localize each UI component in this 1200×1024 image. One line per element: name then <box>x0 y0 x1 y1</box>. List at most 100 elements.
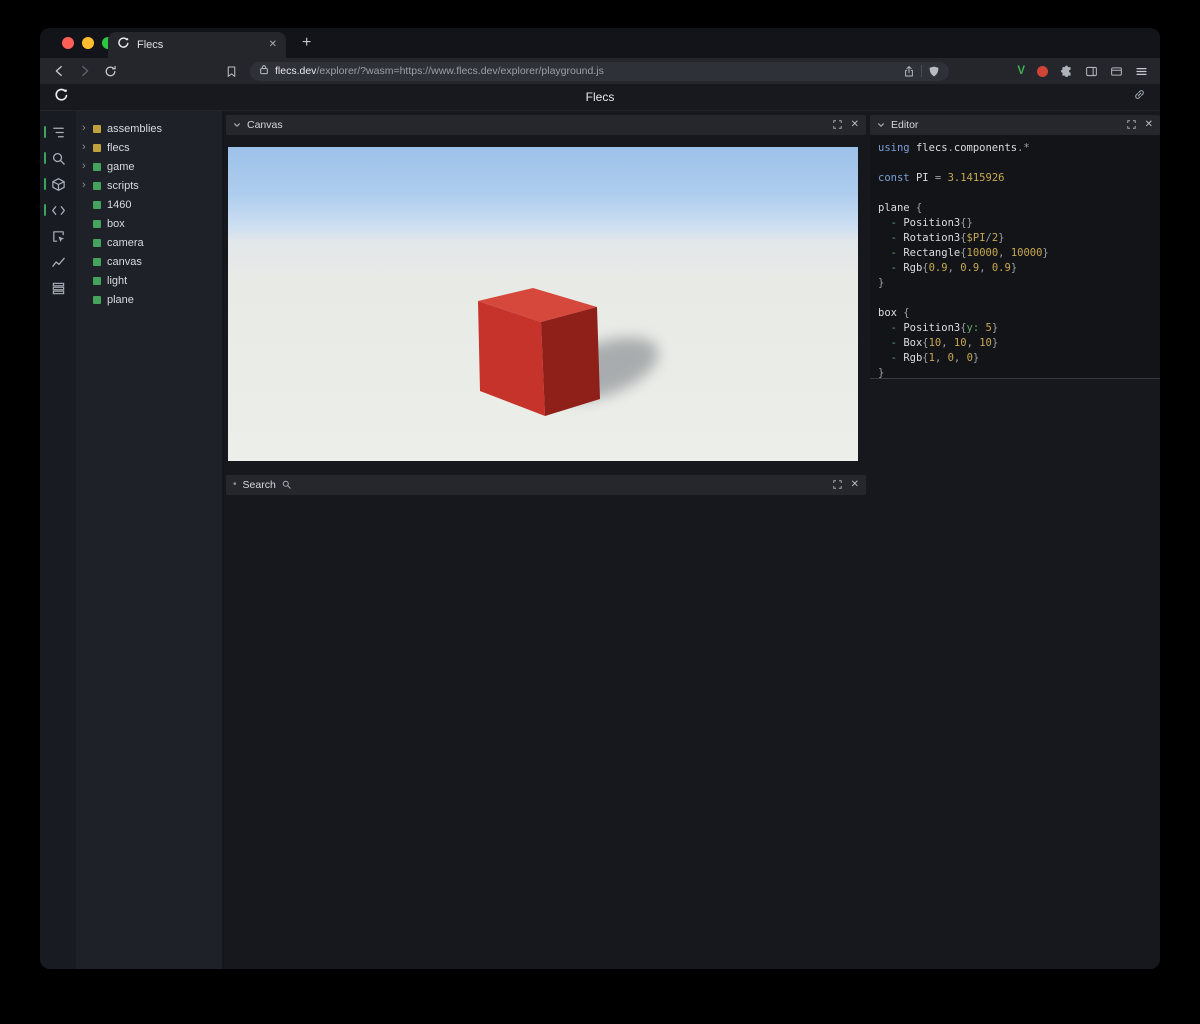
url-path: /explorer/?wasm=https://www.flecs.dev/ex… <box>316 65 603 77</box>
tree-item-label: camera <box>107 237 144 249</box>
tree-item-label: 1460 <box>107 199 131 211</box>
shield-icon[interactable] <box>928 65 940 78</box>
reload-icon[interactable] <box>104 65 117 78</box>
flecs-logo-icon[interactable] <box>54 87 69 107</box>
vimium-badge[interactable]: V <box>1017 65 1025 77</box>
code-line: plane { <box>878 201 1152 216</box>
tree-item-label: plane <box>107 294 134 306</box>
close-window-button[interactable] <box>62 37 74 49</box>
expand-icon[interactable] <box>1127 116 1136 134</box>
tree-item-game[interactable]: › game <box>76 157 222 176</box>
entity-kind-swatch <box>93 258 101 266</box>
chevron-right-icon[interactable]: › <box>82 180 91 191</box>
app-header: Flecs <box>40 84 1160 111</box>
editor-code[interactable]: using flecs.components.* const PI = 3.14… <box>870 135 1160 379</box>
code-line: box { <box>878 306 1152 321</box>
code-line <box>878 156 1152 171</box>
red-cube-render <box>228 147 858 461</box>
entity-kind-swatch <box>93 182 101 190</box>
address-bar[interactable]: flecs.dev/explorer/?wasm=https://www.fle… <box>250 62 949 81</box>
package-icon[interactable] <box>40 171 76 197</box>
url-host: flecs.dev <box>275 65 316 77</box>
tree-item-label: game <box>107 161 135 173</box>
entity-tree-icon[interactable] <box>40 119 76 145</box>
tree-item-1460[interactable]: 1460 <box>76 195 222 214</box>
stats-icon[interactable] <box>40 249 76 275</box>
entity-kind-swatch <box>93 125 101 133</box>
tree-item-scripts[interactable]: › scripts <box>76 176 222 195</box>
tree-item-camera[interactable]: camera <box>76 233 222 252</box>
tree-item-label: assemblies <box>107 123 162 135</box>
search-panel-header[interactable]: • Search ✕ <box>226 475 866 495</box>
sidebar-toggle-icon[interactable] <box>1085 65 1098 78</box>
tree-item-plane[interactable]: plane <box>76 290 222 309</box>
tree-item-label: flecs <box>107 142 130 154</box>
tree-item-label: scripts <box>107 180 139 192</box>
editor-panel-title: Editor <box>891 119 918 131</box>
wallet-icon[interactable] <box>1110 65 1123 78</box>
expand-icon[interactable] <box>833 116 842 134</box>
link-icon[interactable] <box>1133 88 1146 106</box>
tree-item-box[interactable]: box <box>76 214 222 233</box>
minimize-window-button[interactable] <box>82 37 94 49</box>
entity-kind-swatch <box>93 144 101 152</box>
url-text: flecs.dev/explorer/?wasm=https://www.fle… <box>275 65 897 77</box>
tree-item-canvas[interactable]: canvas <box>76 252 222 271</box>
entity-tree: › assemblies › flecs › game › scripts 1460 box cam… <box>76 119 222 309</box>
code-line: const PI = 3.1415926 <box>878 171 1152 186</box>
editor-panel-header[interactable]: Editor ✕ <box>870 115 1160 135</box>
canvas-panel-title: Canvas <box>247 119 283 131</box>
tree-item-flecs[interactable]: › flecs <box>76 138 222 157</box>
toolbar-divider <box>921 65 922 77</box>
app-content: › assemblies › flecs › game › scripts 1460 box cam… <box>40 111 1160 969</box>
new-tab-button[interactable]: + <box>302 28 311 58</box>
close-icon[interactable]: ✕ <box>1145 120 1153 130</box>
close-icon[interactable]: ✕ <box>851 120 859 130</box>
tree-item-label: light <box>107 275 127 287</box>
entity-kind-swatch <box>93 296 101 304</box>
chevron-right-icon[interactable]: › <box>82 142 91 153</box>
menu-icon[interactable] <box>1135 65 1148 78</box>
recorder-icon[interactable] <box>1037 66 1048 77</box>
entity-kind-swatch <box>93 277 101 285</box>
canvas-3d-viewport[interactable] <box>228 147 858 461</box>
queries-icon[interactable] <box>40 275 76 301</box>
chevron-right-icon[interactable]: › <box>82 161 91 172</box>
chevron-down-icon[interactable] <box>233 116 241 134</box>
browser-tab-flecs[interactable]: Flecs ✕ <box>108 32 286 58</box>
app-title: Flecs <box>40 90 1160 104</box>
close-icon[interactable]: ✕ <box>851 480 859 490</box>
code-line: } <box>878 276 1152 291</box>
code-line: - Position3{y: 5} <box>878 321 1152 336</box>
browser-window: Flecs ✕ + flecs.dev/explorer/?wasm=https… <box>40 28 1160 969</box>
entity-kind-swatch <box>93 201 101 209</box>
code-line: - Rgb{0.9, 0.9, 0.9} <box>878 261 1152 276</box>
extensions-puzzle-icon[interactable] <box>1060 65 1073 78</box>
tree-item-light[interactable]: light <box>76 271 222 290</box>
inspect-icon[interactable] <box>40 223 76 249</box>
collapsed-bullet-icon[interactable]: • <box>233 480 237 490</box>
code-line: } <box>878 366 1152 379</box>
entity-tree-panel: › assemblies › flecs › game › scripts 1460 box cam… <box>76 111 222 969</box>
tree-item-assemblies[interactable]: › assemblies <box>76 119 222 138</box>
tab-title: Flecs <box>137 39 262 51</box>
code-line: - Position3{} <box>878 216 1152 231</box>
code-line: - Box{10, 10, 10} <box>878 336 1152 351</box>
share-icon[interactable] <box>903 65 915 78</box>
canvas-panel-header[interactable]: Canvas ✕ <box>226 115 866 135</box>
code-line: - Rotation3{$PI/2} <box>878 231 1152 246</box>
chevron-down-icon[interactable] <box>877 116 885 134</box>
code-icon[interactable] <box>40 197 76 223</box>
main-area: Canvas ✕ <box>222 111 1160 969</box>
entity-kind-swatch <box>93 220 101 228</box>
search-icon[interactable] <box>40 145 76 171</box>
tree-item-label: box <box>107 218 125 230</box>
chevron-right-icon[interactable]: › <box>82 123 91 134</box>
forward-icon[interactable] <box>78 64 92 78</box>
tab-favicon-flecs-logo <box>117 36 130 54</box>
expand-icon[interactable] <box>833 476 842 494</box>
back-icon[interactable] <box>52 64 66 78</box>
entity-kind-swatch <box>93 163 101 171</box>
bookmark-icon[interactable] <box>225 65 238 78</box>
tab-close-icon[interactable]: ✕ <box>269 40 277 50</box>
